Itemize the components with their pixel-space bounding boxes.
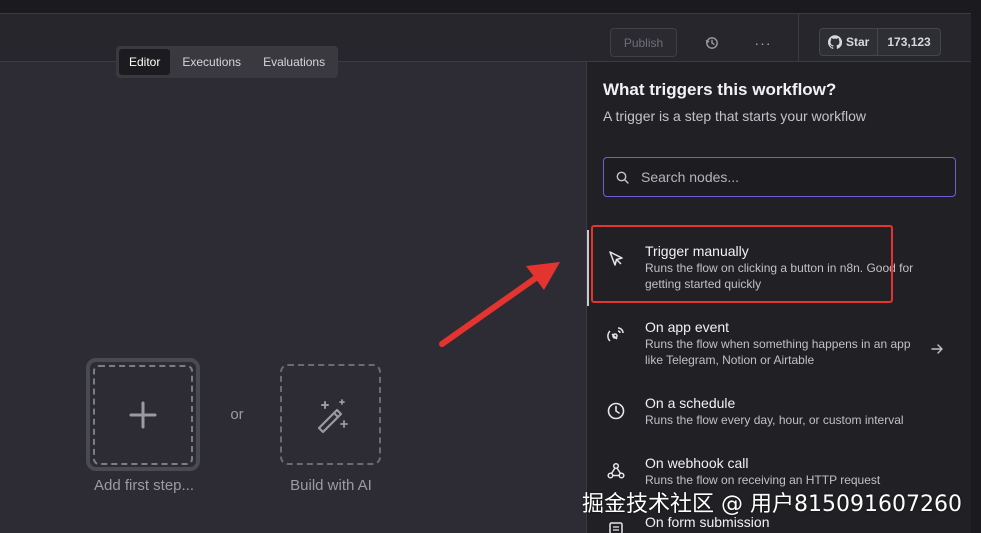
tab-editor[interactable]: Editor <box>119 49 171 75</box>
watermark: 掘金技术社区 @ 用户815091607260 <box>582 492 962 517</box>
or-label: or <box>230 406 244 423</box>
github-star-widget[interactable]: Star 173,123 <box>819 28 941 56</box>
build-with-ai-button[interactable] <box>280 364 381 465</box>
trigger-item-desc: Runs the flow every day, hour, or custom… <box>645 413 904 427</box>
window-right-edge <box>971 0 981 533</box>
trigger-item-app-event[interactable]: On app event Runs the flow when somethin… <box>587 318 972 368</box>
annotation-arrow <box>439 262 560 347</box>
trigger-item-name: On a schedule <box>645 395 736 411</box>
github-star-button[interactable]: Star <box>820 29 879 55</box>
form-icon <box>605 519 627 533</box>
plus-icon <box>129 401 157 428</box>
trigger-item-manual[interactable]: Trigger manually Runs the flow on clicki… <box>587 230 972 306</box>
add-first-step-button[interactable] <box>86 358 200 471</box>
history-icon[interactable] <box>699 31 725 55</box>
add-first-step-label: Add first step... <box>93 477 195 494</box>
star-label: Star <box>846 35 870 49</box>
satellite-icon <box>605 324 627 346</box>
trigger-item-name: On webhook call <box>645 455 749 471</box>
trigger-panel: What triggers this workflow? A trigger i… <box>586 62 971 533</box>
search-icon <box>616 171 629 184</box>
arrow-right-icon <box>931 342 943 360</box>
more-options-button[interactable]: ··· <box>750 31 776 55</box>
trigger-item-name: On app event <box>645 319 730 335</box>
trigger-item-webhook[interactable]: On webhook call Runs the flow on receivi… <box>587 454 972 488</box>
star-count: 173,123 <box>887 35 931 49</box>
panel-subtitle: A trigger is a step that starts your wor… <box>603 108 866 124</box>
magic-wand-icon <box>317 398 348 433</box>
search-nodes-field[interactable] <box>603 157 956 197</box>
trigger-item-name: Trigger manually <box>645 243 749 259</box>
view-tabs: Editor Executions Evaluations <box>116 46 339 78</box>
github-icon <box>828 35 842 49</box>
publish-button[interactable]: Publish <box>610 28 677 57</box>
trigger-item-desc: Runs the flow on clicking a button in n8… <box>645 261 914 291</box>
cursor-icon <box>605 248 627 270</box>
clock-icon <box>605 400 627 422</box>
tab-evaluations[interactable]: Evaluations <box>253 49 335 75</box>
panel-title: What triggers this workflow? <box>603 80 837 99</box>
trigger-item-schedule[interactable]: On a schedule Runs the flow every day, h… <box>587 394 972 428</box>
search-input[interactable] <box>641 169 921 185</box>
top-strip <box>0 0 981 14</box>
trigger-item-desc: Runs the flow when something happens in … <box>645 337 911 367</box>
webhook-icon <box>605 460 627 482</box>
build-with-ai-label: Build with AI <box>290 477 372 494</box>
tab-executions[interactable]: Executions <box>172 49 251 75</box>
